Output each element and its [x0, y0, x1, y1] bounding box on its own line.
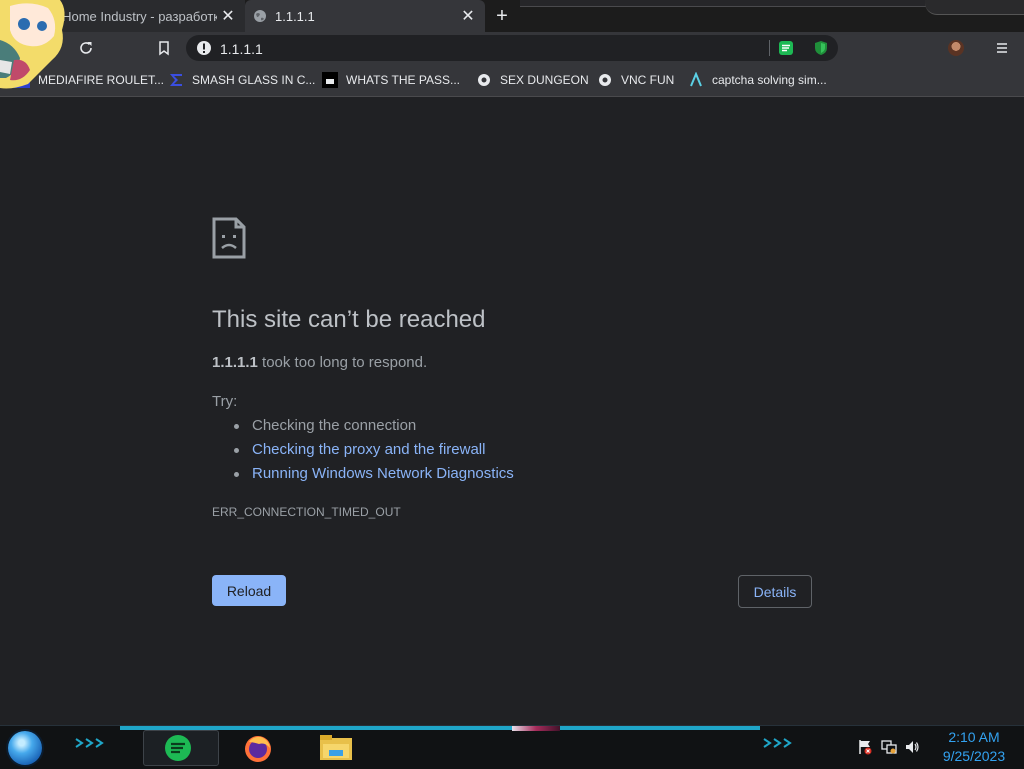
bookmark-captcha[interactable]: captcha solving sim... [688, 64, 827, 96]
taskbar: 2:10 AM 9/25/2023 [0, 725, 1024, 769]
info-icon[interactable] [196, 40, 212, 56]
shield-ext-icon[interactable] [813, 40, 829, 56]
spotify-taskbar-button[interactable] [143, 730, 219, 766]
action-center-flag-icon[interactable] [857, 739, 873, 755]
menu-icon[interactable] [994, 40, 1010, 56]
lambda-icon [690, 72, 702, 87]
taskbar-art [512, 726, 560, 731]
profile-avatar[interactable] [948, 40, 964, 56]
error-code: ERR_CONNECTION_TIMED_OUT [212, 505, 401, 519]
anime-avatar-icon [0, 0, 65, 89]
network-icon[interactable] [881, 739, 897, 755]
bookmark-label: SEX DUNGEON [500, 73, 589, 87]
tab-title: 1.1.1.1 [275, 8, 315, 24]
bookmark-label: captcha solving sim... [712, 73, 827, 87]
window-controls[interactable] [925, 0, 1024, 15]
details-button[interactable]: Details [738, 575, 812, 608]
spotify-ext-icon[interactable] [778, 40, 794, 56]
bookmark-whats-the-pass[interactable]: WHATS THE PASS... [322, 64, 460, 96]
start-button[interactable] [8, 731, 42, 765]
tab-1-1-1-1[interactable]: 1.1.1.1 ✕ [245, 0, 485, 32]
suggestion-check-connection: Checking the connection [233, 417, 417, 434]
gear-site-icon [599, 74, 611, 86]
host-name: 1.1.1.1 [212, 354, 258, 371]
bookmark-vnc-fun[interactable]: VNC FUN [597, 64, 674, 96]
spotify-icon [165, 735, 191, 761]
file-explorer-icon[interactable] [319, 734, 353, 762]
bookmark-sex-dungeon[interactable]: SEX DUNGEON [476, 64, 589, 96]
browser-toolbar: 1.1.1.1 [0, 32, 1024, 64]
error-summary: 1.1.1.1 took too long to respond. [212, 354, 427, 371]
sad-page-icon [212, 217, 246, 259]
separator [769, 40, 770, 56]
tab-strip: x Home Industry - разработк ✕ 1.1.1.1 ✕ … [0, 0, 1024, 32]
bookmark-label: SMASH GLASS IN C... [192, 73, 316, 87]
reload-toolbar-button[interactable] [74, 36, 98, 60]
close-tab-icon[interactable]: ✕ [459, 7, 477, 25]
refresh-icon [80, 42, 92, 54]
bookmark-icon [159, 41, 169, 56]
bookmark-label: VNC FUN [621, 73, 675, 87]
sigma-icon [170, 74, 182, 86]
bookmark-label: WHATS THE PASS... [346, 73, 461, 87]
bookmark-smash-glass[interactable]: SMASH GLASS IN C... [168, 64, 315, 96]
bookmarks-bar: MEDIAFIRE ROULET... SMASH GLASS IN C... … [0, 64, 1024, 97]
address-bar[interactable]: 1.1.1.1 [186, 35, 838, 61]
clock-date[interactable]: 9/25/2023 [930, 748, 1018, 764]
firefox-icon[interactable] [243, 734, 273, 764]
dark-square-icon [322, 72, 338, 88]
try-label: Try: [212, 393, 238, 410]
page-title: This site can’t be reached [212, 306, 486, 333]
error-page: This site can’t be reached 1.1.1.1 took … [0, 97, 1024, 725]
suggestion-proxy-firewall-link[interactable]: Checking the proxy and the firewall [233, 441, 485, 458]
globe-icon [254, 10, 266, 22]
volume-icon[interactable] [904, 739, 920, 755]
summary-text: took too long to respond. [257, 354, 428, 371]
bookmark-button[interactable] [152, 36, 176, 60]
gear-site-icon [478, 74, 490, 86]
chevron-deco-icon [763, 738, 792, 748]
reload-button[interactable]: Reload [212, 575, 286, 606]
new-tab-button[interactable]: + [490, 4, 514, 28]
tab-title: x Home Industry - разработк [52, 8, 217, 24]
chevron-deco-icon [75, 738, 104, 748]
suggestion-network-diagnostics-link[interactable]: Running Windows Network Diagnostics [234, 465, 514, 482]
clock-time[interactable]: 2:10 AM [934, 729, 1014, 745]
close-tab-icon[interactable]: ✕ [219, 7, 237, 25]
url-text: 1.1.1.1 [220, 41, 263, 57]
strip-decoration [520, 0, 930, 7]
